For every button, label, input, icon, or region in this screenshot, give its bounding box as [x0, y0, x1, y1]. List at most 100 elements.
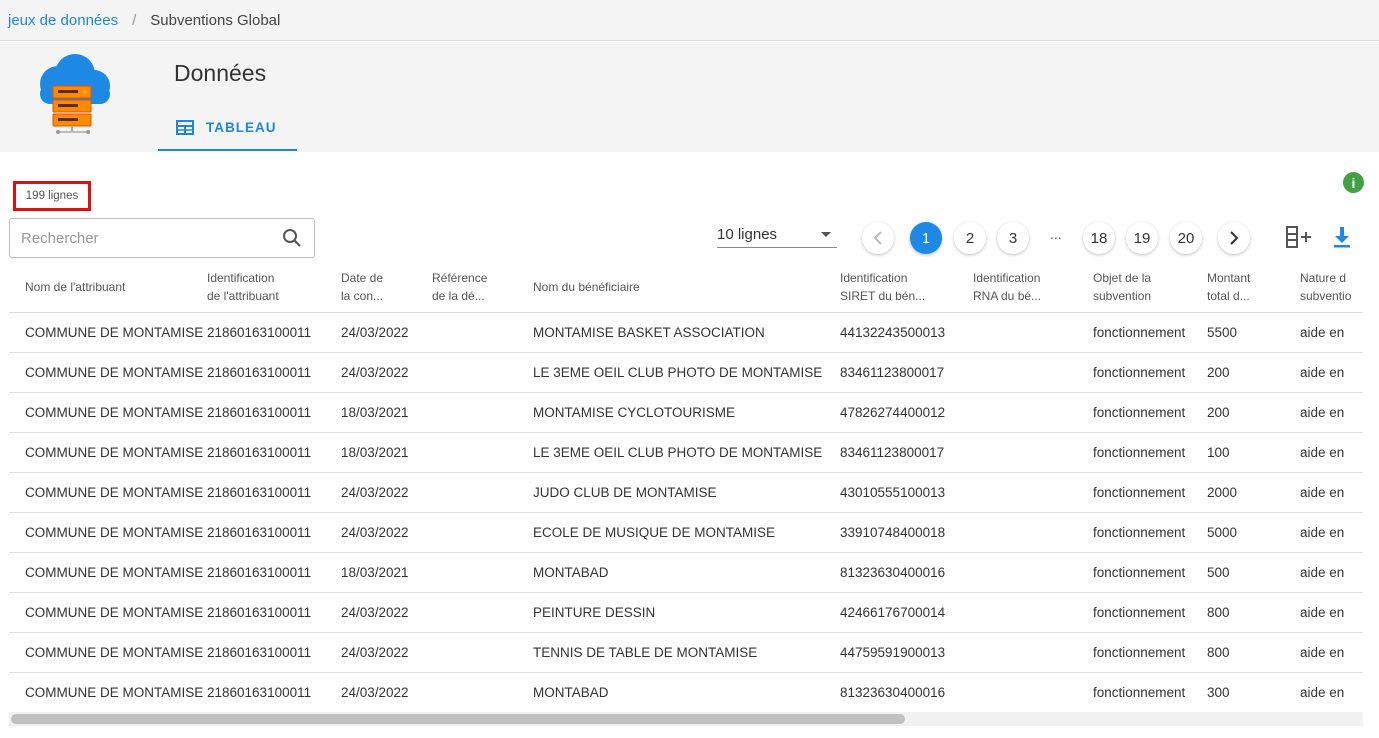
table-cell: fonctionnement	[1093, 352, 1207, 393]
table-cell: fonctionnement	[1093, 592, 1207, 633]
table-cell: 200	[1207, 392, 1300, 433]
table-cell: 43010555100013	[840, 472, 973, 513]
table-cell: 21860163100011	[207, 432, 341, 473]
info-icon[interactable]: i	[1343, 172, 1364, 193]
table-cell: aide en	[1300, 392, 1363, 433]
column-header[interactable]: Identification RNA du bé...	[973, 262, 1093, 313]
tab-tableau[interactable]: TABLEAU	[158, 106, 297, 151]
add-column-icon[interactable]	[1285, 226, 1313, 248]
horizontal-scrollbar[interactable]	[9, 712, 1363, 726]
table-row[interactable]: COMMUNE DE MONTAMISE 21860163100011 24/03/…	[9, 512, 1363, 553]
table-cell: COMMUNE DE MONTAMISE	[9, 512, 207, 553]
column-header[interactable]: Identification SIRET du bén...	[840, 262, 973, 313]
table-cell	[973, 352, 1093, 393]
table-row[interactable]: COMMUNE DE MONTAMISE 21860163100011 24/03/…	[9, 632, 1363, 673]
page-button-19[interactable]: 19	[1126, 222, 1158, 254]
table-row[interactable]: COMMUNE DE MONTAMISE 21860163100011 24/03/…	[9, 672, 1363, 712]
table-cell: 18/03/2021	[341, 552, 432, 593]
breadcrumb-link-datasets[interactable]: jeux de données	[8, 12, 118, 29]
chevron-right-icon	[1230, 231, 1239, 245]
breadcrumb: jeux de données / Subventions Global	[0, 0, 1379, 41]
table-cell: 21860163100011	[207, 512, 341, 553]
column-header[interactable]: Identification de l'attribuant	[207, 262, 341, 313]
search-field[interactable]	[9, 218, 315, 258]
column-header[interactable]: Nom du bénéficiaire	[533, 262, 840, 313]
table-cell: fonctionnement	[1093, 312, 1207, 353]
table-cell: aide en	[1300, 632, 1363, 673]
table-cell: 81323630400016	[840, 552, 973, 593]
table-cell: 83461123800017	[840, 432, 973, 473]
table-cell: 47826274400012	[840, 392, 973, 433]
page-button-3[interactable]: 3	[997, 222, 1029, 254]
table-cell: MONTABAD	[533, 552, 840, 593]
table-cell: 21860163100011	[207, 392, 341, 433]
table-cell	[432, 632, 533, 673]
table-cell: PEINTURE DESSIN	[533, 592, 840, 633]
rows-per-page-select[interactable]: 10 lignes	[717, 222, 837, 248]
table-cell: fonctionnement	[1093, 432, 1207, 473]
table-row[interactable]: COMMUNE DE MONTAMISE 21860163100011 24/03/…	[9, 312, 1363, 353]
table-cell: 18/03/2021	[341, 432, 432, 473]
table-cell: 21860163100011	[207, 592, 341, 633]
table-cell: MONTAMISE BASKET ASSOCIATION	[533, 312, 840, 353]
table-cell: 21860163100011	[207, 472, 341, 513]
column-header[interactable]: Nom de l'attribuant	[9, 262, 207, 313]
column-header[interactable]: Montant total d...	[1207, 262, 1300, 313]
column-header[interactable]: Nature d subventio	[1300, 262, 1363, 313]
table-cell	[432, 312, 533, 353]
next-page-button[interactable]	[1218, 222, 1250, 254]
table-cell: MONTABAD	[533, 672, 840, 712]
table-cell: COMMUNE DE MONTAMISE	[9, 632, 207, 673]
table-cell	[973, 312, 1093, 353]
table-cell: ECOLE DE MUSIQUE DE MONTAMISE	[533, 512, 840, 553]
table-cell	[973, 552, 1093, 593]
column-header[interactable]: Objet de la subvention	[1093, 262, 1207, 313]
table-cell: 5500	[1207, 312, 1300, 353]
scrollbar-thumb[interactable]	[11, 714, 905, 724]
table-cell: fonctionnement	[1093, 392, 1207, 433]
table-cell	[432, 392, 533, 433]
table-cell: aide en	[1300, 432, 1363, 473]
data-table-container: Nom de l'attribuant Identification de l'a…	[9, 262, 1363, 712]
table-cell: 44759591900013	[840, 632, 973, 673]
page-button-2[interactable]: 2	[954, 222, 986, 254]
table-cell: COMMUNE DE MONTAMISE	[9, 592, 207, 633]
table-cell: 24/03/2022	[341, 672, 432, 712]
prev-page-button[interactable]	[862, 222, 894, 254]
column-header[interactable]: Référence de la dé...	[432, 262, 533, 313]
table-cell: fonctionnement	[1093, 632, 1207, 673]
table-cell: aide en	[1300, 552, 1363, 593]
table-row[interactable]: COMMUNE DE MONTAMISE 21860163100011 18/03/…	[9, 432, 1363, 473]
table-cell: aide en	[1300, 312, 1363, 353]
table-cell: 24/03/2022	[341, 352, 432, 393]
tab-label: TABLEAU	[206, 120, 277, 135]
pagination-ellipsis: ...	[1050, 226, 1062, 242]
table-cell: 200	[1207, 352, 1300, 393]
table-row[interactable]: COMMUNE DE MONTAMISE 21860163100011 24/03/…	[9, 352, 1363, 393]
page-title: Données	[174, 60, 267, 86]
table-cell	[973, 632, 1093, 673]
column-header[interactable]: Date de la con...	[341, 262, 432, 313]
table-cell: aide en	[1300, 352, 1363, 393]
table-cell: 100	[1207, 432, 1300, 473]
table-cell: fonctionnement	[1093, 672, 1207, 712]
page-button-1[interactable]: 1	[910, 222, 942, 254]
table-cell	[973, 392, 1093, 433]
table-cell: 800	[1207, 632, 1300, 673]
table-cell: JUDO CLUB DE MONTAMISE	[533, 472, 840, 513]
table-row[interactable]: COMMUNE DE MONTAMISE 21860163100011 18/03/…	[9, 552, 1363, 593]
breadcrumb-current: Subventions Global	[150, 11, 281, 29]
table-cell: 24/03/2022	[341, 472, 432, 513]
table-cell: COMMUNE DE MONTAMISE	[9, 432, 207, 473]
table-row[interactable]: COMMUNE DE MONTAMISE 21860163100011 24/03/…	[9, 592, 1363, 633]
table-cell: fonctionnement	[1093, 512, 1207, 553]
page-button-20[interactable]: 20	[1170, 222, 1202, 254]
page-button-18[interactable]: 18	[1083, 222, 1115, 254]
search-input[interactable]	[10, 219, 270, 257]
table-cell: TENNIS DE TABLE DE MONTAMISE	[533, 632, 840, 673]
table-row[interactable]: COMMUNE DE MONTAMISE 21860163100011 18/03/…	[9, 392, 1363, 433]
table-row[interactable]: COMMUNE DE MONTAMISE 21860163100011 24/03/…	[9, 472, 1363, 513]
table-cell: COMMUNE DE MONTAMISE	[9, 312, 207, 353]
download-icon[interactable]	[1331, 226, 1353, 248]
search-icon[interactable]	[282, 228, 302, 248]
